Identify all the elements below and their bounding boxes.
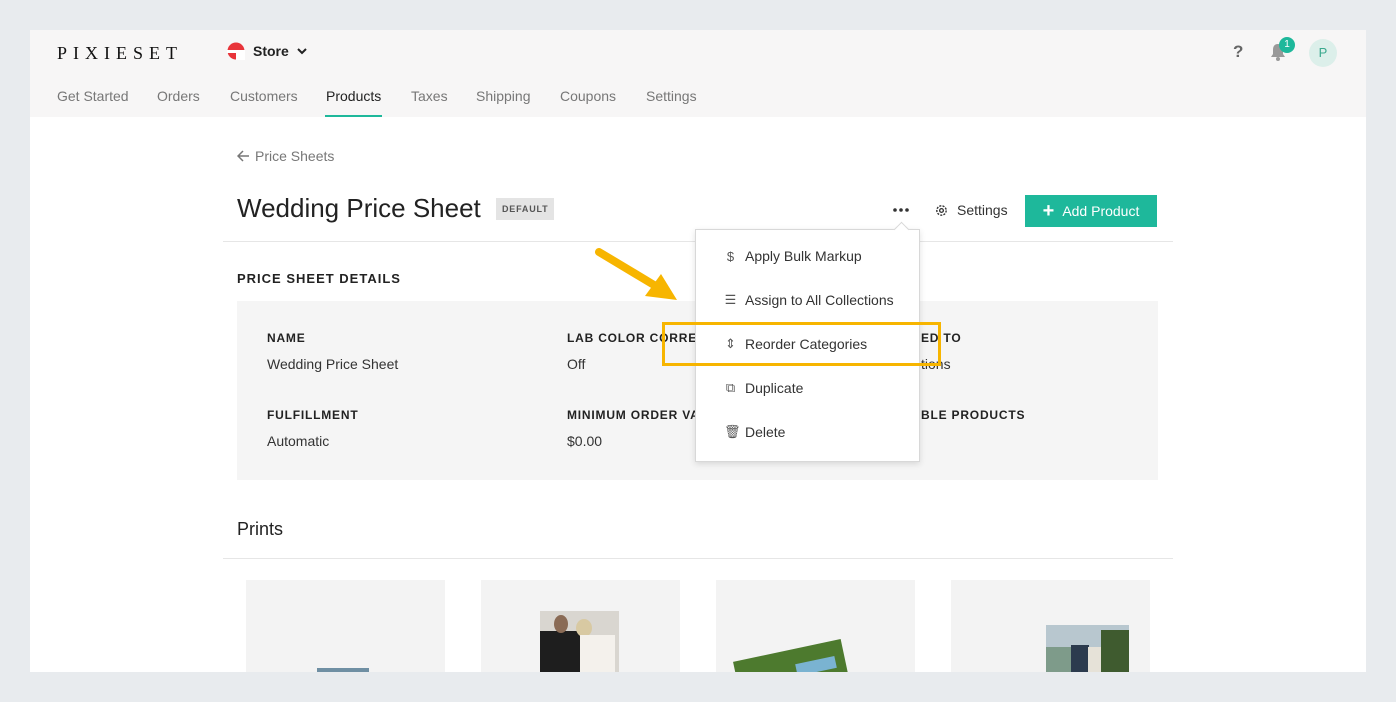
- avatar[interactable]: P: [1309, 39, 1337, 67]
- settings-button[interactable]: Settings: [934, 202, 1008, 218]
- field-value: $0.00: [567, 433, 603, 449]
- tab-orders[interactable]: Orders: [157, 88, 200, 104]
- store-label: Store: [253, 43, 289, 59]
- menu-item-duplicate[interactable]: ⧉ Duplicate: [724, 380, 804, 396]
- product-card[interactable]: [716, 580, 915, 672]
- pixieset-logo[interactable]: PIXIESET: [57, 43, 183, 64]
- product-card[interactable]: [246, 580, 445, 672]
- active-tab-indicator: [325, 115, 382, 117]
- product-card[interactable]: [951, 580, 1150, 672]
- breadcrumb-label: Price Sheets: [255, 148, 335, 164]
- tab-customers[interactable]: Customers: [230, 88, 298, 104]
- menu-item-label: Delete: [745, 424, 786, 440]
- trash-icon: 🗑: [724, 424, 741, 439]
- chevron-down-icon: [297, 48, 307, 55]
- main-nav: Get Started Orders Customers Products Ta…: [30, 74, 1366, 117]
- menu-item-label: Apply Bulk Markup: [745, 248, 862, 264]
- more-options-icon[interactable]: [891, 202, 911, 218]
- add-product-label: Add Product: [1062, 203, 1140, 219]
- annotation-highlight-box: [662, 322, 941, 366]
- product-card[interactable]: [481, 580, 680, 672]
- field-value: Off: [567, 356, 586, 372]
- prints-section-title: Prints: [237, 519, 284, 539]
- list-icon: ☰: [724, 292, 737, 307]
- menu-item-delete[interactable]: 🗑 Delete: [724, 424, 785, 440]
- product-image: [540, 611, 619, 672]
- field-label: NAME: [267, 331, 306, 345]
- dollar-icon: $: [726, 248, 735, 264]
- plus-icon: +: [1042, 200, 1055, 222]
- field-label: BLE PRODUCTS: [921, 408, 1026, 422]
- details-section-title: PRICE SHEET DETAILS: [237, 271, 401, 286]
- menu-item-label: Assign to All Collections: [745, 292, 894, 308]
- add-product-button[interactable]: + Add Product: [1025, 195, 1157, 227]
- menu-item-label: Duplicate: [745, 380, 804, 396]
- breadcrumb[interactable]: Price Sheets: [237, 148, 334, 164]
- menu-item-assign-collections[interactable]: ☰ Assign to All Collections: [724, 292, 894, 308]
- tab-shipping[interactable]: Shipping: [476, 88, 531, 104]
- copy-icon: ⧉: [725, 380, 736, 395]
- prints-divider: [223, 558, 1173, 559]
- tab-products[interactable]: Products: [326, 88, 381, 104]
- menu-item-apply-bulk-markup[interactable]: $ Apply Bulk Markup: [724, 248, 862, 264]
- settings-label: Settings: [957, 202, 1008, 218]
- help-icon[interactable]: ?: [1233, 42, 1243, 62]
- notification-badge: 1: [1279, 37, 1295, 53]
- tab-taxes[interactable]: Taxes: [411, 88, 448, 104]
- field-value: Automatic: [267, 433, 330, 449]
- annotation-arrow-icon: [595, 248, 677, 300]
- gear-icon: [936, 204, 947, 216]
- product-image: [317, 668, 369, 672]
- tab-coupons[interactable]: Coupons: [560, 88, 616, 104]
- field-label: FULFILLMENT: [267, 408, 359, 422]
- product-image: [1046, 625, 1129, 672]
- page-title: Wedding Price Sheet: [237, 193, 481, 223]
- default-badge: DEFAULT: [496, 198, 555, 220]
- field-value: Wedding Price Sheet: [267, 356, 399, 372]
- tab-get-started[interactable]: Get Started: [57, 88, 129, 104]
- arrow-left-icon: [237, 150, 249, 162]
- app-window: PIXIESET Store ? 1 P Get Started Orders …: [30, 30, 1366, 672]
- tab-settings[interactable]: Settings: [646, 88, 697, 104]
- field-label: MINIMUM ORDER VA: [567, 408, 700, 422]
- store-logo-icon: [227, 42, 245, 60]
- store-switcher[interactable]: Store: [227, 42, 307, 60]
- top-bar: PIXIESET Store ? 1 P: [30, 30, 1366, 74]
